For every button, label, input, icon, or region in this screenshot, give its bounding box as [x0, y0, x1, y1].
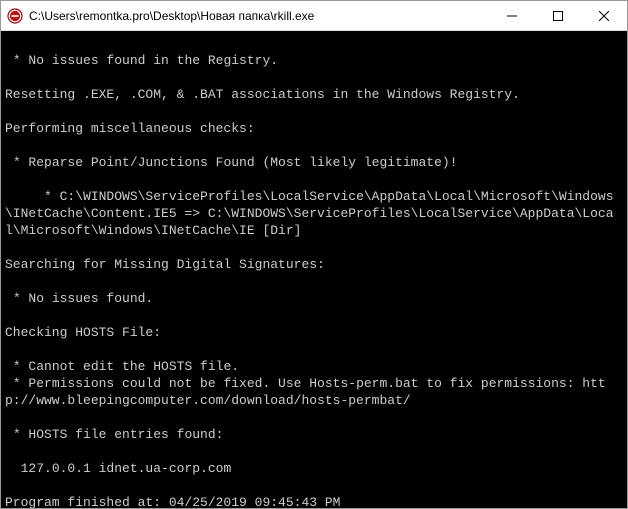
console-line	[5, 239, 621, 256]
console-line	[5, 409, 621, 426]
console-window: C:\Users\remontka.pro\Desktop\Новая папк…	[0, 0, 628, 509]
console-line	[5, 307, 621, 324]
maximize-button[interactable]	[535, 1, 581, 30]
console-line: * Permissions could not be fixed. Use Ho…	[5, 375, 621, 409]
console-line: * HOSTS file entries found:	[5, 426, 621, 443]
console-line	[5, 477, 621, 494]
console-line: 127.0.0.1 idnet.ua-corp.com	[5, 460, 621, 477]
minimize-button[interactable]	[489, 1, 535, 30]
window-title: C:\Users\remontka.pro\Desktop\Новая папк…	[29, 9, 489, 23]
console-line: Checking HOSTS File:	[5, 324, 621, 341]
console-line	[5, 273, 621, 290]
console-line: * Reparse Point/Junctions Found (Most li…	[5, 154, 621, 171]
console-line: * Cannot edit the HOSTS file.	[5, 358, 621, 375]
console-line: Resetting .EXE, .COM, & .BAT association…	[5, 86, 621, 103]
console-line	[5, 137, 621, 154]
close-button[interactable]	[581, 1, 627, 30]
console-line	[5, 35, 621, 52]
console-line	[5, 443, 621, 460]
titlebar[interactable]: C:\Users\remontka.pro\Desktop\Новая папк…	[1, 1, 627, 31]
console-line	[5, 171, 621, 188]
console-line	[5, 341, 621, 358]
console-line: * No issues found in the Registry.	[5, 52, 621, 69]
console-line	[5, 103, 621, 120]
console-line	[5, 69, 621, 86]
console-line: Program finished at: 04/25/2019 09:45:43…	[5, 494, 621, 508]
app-icon	[7, 8, 23, 24]
window-controls	[489, 1, 627, 30]
console-output[interactable]: * No issues found in the Registry. Reset…	[1, 31, 627, 508]
console-line: * No issues found.	[5, 290, 621, 307]
console-line: Searching for Missing Digital Signatures…	[5, 256, 621, 273]
console-line: * C:\WINDOWS\ServiceProfiles\LocalServic…	[5, 188, 621, 239]
console-line: Performing miscellaneous checks:	[5, 120, 621, 137]
